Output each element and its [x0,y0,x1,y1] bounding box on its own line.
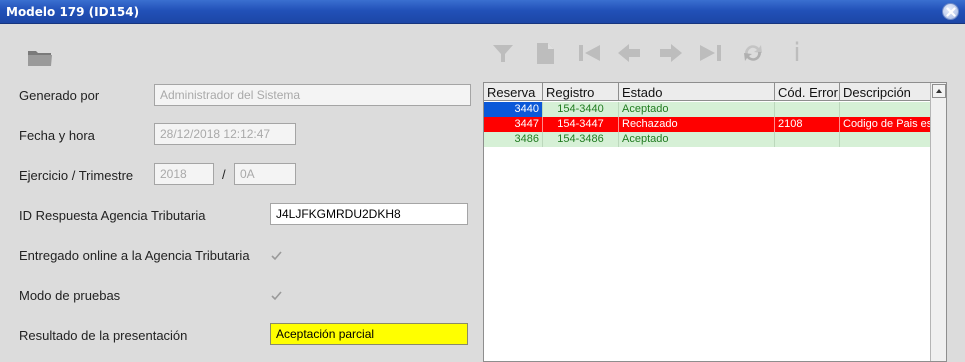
cell-reserva: 3447 [484,117,543,132]
ejercicio-trimestre-label: Ejercicio / Trimestre [19,168,134,183]
previous-record-icon[interactable] [616,40,642,66]
cell-registro: 154-3486 [543,132,619,147]
cell-descripcion [840,102,930,117]
column-header-descripcion[interactable]: Descripción [840,83,930,101]
generado-por-field[interactable]: Administrador del Sistema [154,84,471,106]
grid-header: Reserva Registro Estado Cód. Error Descr… [484,83,930,101]
table-row[interactable]: 3486 154-3486 Aceptado [484,132,930,147]
table-row[interactable]: 3447 154-3447 Rechazado 2108 Codigo de P… [484,117,930,132]
cell-cod-error: 2108 [775,117,840,132]
column-header-cod-error[interactable]: Cód. Error [775,83,840,101]
modo-pruebas-label: Modo de pruebas [19,288,121,303]
window-title: Modelo 179 (ID154) [6,5,140,19]
id-respuesta-field[interactable]: J4LJFKGMRDU2DKH8 [270,203,468,225]
new-document-icon[interactable] [532,40,558,66]
cell-estado: Aceptado [619,102,775,117]
chevron-up-icon [936,89,942,93]
cell-registro: 154-3440 [543,102,619,117]
cell-estado: Rechazado [619,117,775,132]
ejercicio-field[interactable]: 2018 [154,163,214,185]
cell-registro: 154-3447 [543,117,619,132]
cell-descripcion [840,132,930,147]
fecha-hora-field[interactable]: 28/12/2018 12:12:47 [154,123,296,145]
entregado-online-checkbox[interactable] [270,249,283,262]
trimestre-field[interactable]: 0A [234,163,296,185]
first-record-icon[interactable] [576,40,602,66]
folder-icon[interactable] [27,47,53,67]
modo-pruebas-checkbox[interactable] [270,289,283,302]
last-record-icon[interactable] [698,40,724,66]
cell-cod-error [775,102,840,117]
info-icon[interactable]: i [784,40,810,66]
entregado-online-label: Entregado online a la Agencia Tributaria [19,248,250,263]
ejercicio-separator: / [222,167,226,182]
next-record-icon[interactable] [658,40,684,66]
resultado-field[interactable]: Aceptación parcial [270,323,468,345]
fecha-hora-label: Fecha y hora [19,128,95,143]
cell-estado: Aceptado [619,132,775,147]
refresh-icon[interactable] [740,40,766,66]
close-button[interactable] [942,3,959,20]
resultado-label: Resultado de la presentación [19,328,188,343]
generado-por-label: Generado por [19,88,100,103]
id-respuesta-label: ID Respuesta Agencia Tributaria [19,208,206,223]
column-header-reserva[interactable]: Reserva [484,83,543,101]
column-header-estado[interactable]: Estado [619,83,775,101]
cell-cod-error [775,132,840,147]
column-header-registro[interactable]: Registro [543,83,619,101]
title-bar: Modelo 179 (ID154) [0,0,965,24]
cell-reserva: 3440 [484,102,543,117]
filter-icon[interactable] [490,40,516,66]
close-icon [946,7,956,17]
vertical-scrollbar[interactable] [930,83,946,361]
scroll-up-button[interactable] [932,84,946,98]
cell-descripcion: Codigo de Pais es [843,118,930,130]
results-grid[interactable]: Reserva Registro Estado Cód. Error Descr… [483,82,947,362]
table-row[interactable]: 3440 154-3440 Aceptado [484,102,930,117]
cell-reserva: 3486 [484,132,543,147]
